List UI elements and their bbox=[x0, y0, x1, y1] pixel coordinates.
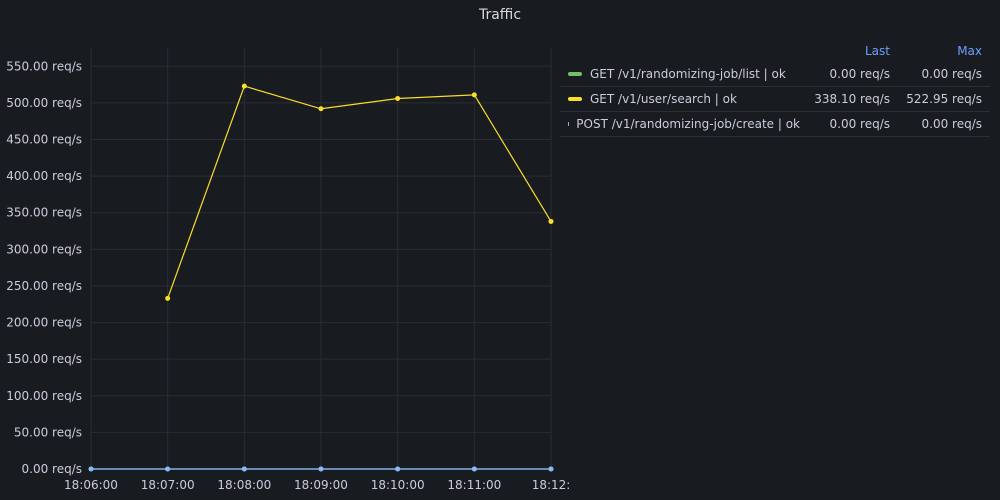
data-point bbox=[88, 466, 94, 472]
x-tick-label: 18:10:00 bbox=[371, 478, 425, 492]
data-point bbox=[318, 466, 324, 472]
data-point bbox=[165, 295, 171, 301]
data-point bbox=[471, 92, 477, 98]
data-point bbox=[548, 466, 554, 472]
x-tick-label: 18:07:00 bbox=[141, 478, 195, 492]
data-point bbox=[548, 218, 554, 224]
data-point bbox=[395, 466, 401, 472]
data-point bbox=[318, 106, 324, 112]
x-tick-label: 18:12: bbox=[532, 478, 571, 492]
y-tick-label: 200.00 req/s bbox=[6, 316, 82, 330]
y-tick-label: 450.00 req/s bbox=[6, 133, 82, 147]
y-tick-label: 300.00 req/s bbox=[6, 242, 82, 256]
legend-last-value: 0.00 req/s bbox=[829, 67, 891, 81]
legend-row-create-ok[interactable]: POST /v1/randomizing-job/create | ok 0.0… bbox=[560, 112, 990, 137]
x-tick-label: 18:06:00 bbox=[64, 478, 118, 492]
x-tick-label: 18:08:00 bbox=[217, 478, 271, 492]
series-color-swatch bbox=[568, 72, 582, 76]
data-point bbox=[395, 96, 401, 102]
y-tick-label: 250.00 req/s bbox=[6, 279, 82, 293]
legend-max-value: 0.00 req/s bbox=[921, 67, 983, 81]
y-tick-label: 400.00 req/s bbox=[6, 169, 82, 183]
legend-series-cell: POST /v1/randomizing-job/create | ok bbox=[560, 117, 800, 131]
legend-max-value: 0.00 req/s bbox=[921, 117, 983, 131]
y-tick-label: 50.00 req/s bbox=[14, 425, 82, 439]
y-tick-label: 350.00 req/s bbox=[6, 206, 82, 220]
legend-last-value: 0.00 req/s bbox=[829, 117, 891, 131]
y-tick-label: 150.00 req/s bbox=[6, 352, 82, 366]
legend-max-value: 522.95 req/s bbox=[906, 92, 982, 106]
legend-last-value: 338.10 req/s bbox=[814, 92, 890, 106]
y-tick-label: 500.00 req/s bbox=[6, 96, 82, 110]
series-name[interactable]: POST /v1/randomizing-job/create | ok bbox=[576, 117, 800, 131]
legend-header-last[interactable]: Last bbox=[800, 44, 894, 58]
legend-table: Last Max GET /v1/randomizing-job/list | … bbox=[560, 40, 990, 137]
x-tick-label: 18:09:00 bbox=[294, 478, 348, 492]
legend-series-cell: GET /v1/user/search | ok bbox=[560, 92, 800, 106]
legend-row-user-search-ok[interactable]: GET /v1/user/search | ok 338.10 req/s 52… bbox=[560, 87, 990, 112]
series-name[interactable]: GET /v1/randomizing-job/list | ok bbox=[590, 67, 786, 81]
data-point bbox=[471, 466, 477, 472]
series-color-swatch bbox=[568, 97, 582, 101]
series-line bbox=[167, 85, 552, 299]
series-name[interactable]: GET /v1/user/search | ok bbox=[590, 92, 737, 106]
legend-header: Last Max bbox=[560, 40, 990, 62]
data-point bbox=[165, 466, 171, 472]
legend-header-max[interactable]: Max bbox=[894, 44, 990, 58]
y-tick-label: 0.00 req/s bbox=[22, 462, 83, 476]
y-tick-label: 550.00 req/s bbox=[6, 59, 82, 73]
legend-row-list-ok[interactable]: GET /v1/randomizing-job/list | ok 0.00 r… bbox=[560, 62, 990, 87]
legend-series-cell: GET /v1/randomizing-job/list | ok bbox=[560, 67, 800, 81]
y-tick-label: 100.00 req/s bbox=[6, 389, 82, 403]
x-tick-label: 18:11:00 bbox=[447, 478, 501, 492]
data-point bbox=[241, 466, 247, 472]
data-point bbox=[241, 83, 247, 89]
